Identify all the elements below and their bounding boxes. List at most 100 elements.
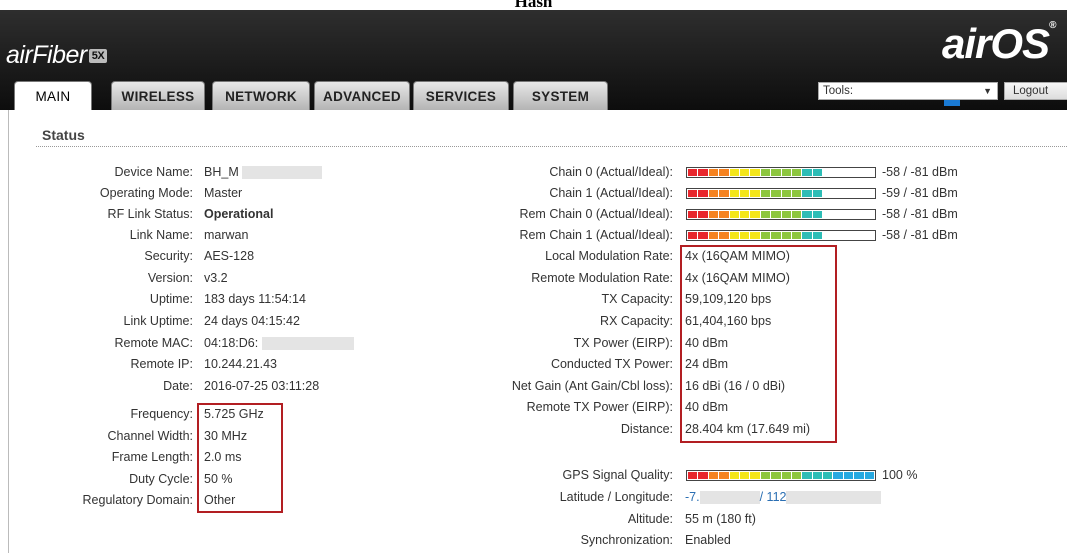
rem-chain-0-value: -58 / -81 dBm — [882, 207, 958, 221]
signal-segment — [791, 472, 802, 479]
signal-segment — [843, 190, 854, 197]
signal-segment — [833, 169, 843, 176]
signal-segment — [688, 472, 698, 479]
conducted-tx-power-label: Conducted TX Power: — [550, 357, 673, 371]
lat-lon-value: -7./ 112 — [685, 488, 882, 507]
signal-segment — [843, 232, 854, 239]
signal-segment — [719, 169, 729, 176]
gps-quality-bar — [686, 470, 876, 481]
signal-segment — [698, 190, 708, 197]
signal-segment — [802, 190, 812, 197]
signal-segment — [760, 211, 771, 218]
signal-segment — [802, 169, 812, 176]
signal-segment — [791, 232, 802, 239]
signal-segment — [864, 169, 875, 176]
signal-segment — [771, 472, 781, 479]
signal-segment — [833, 190, 843, 197]
tab-advanced[interactable]: ADVANCED — [314, 81, 410, 110]
synchronization-value: Enabled — [685, 533, 731, 547]
signal-segment — [823, 232, 833, 239]
link-uptime-label: Link Uptime: — [123, 314, 193, 328]
signal-segment — [864, 190, 875, 197]
tools-dropdown[interactable]: Tools: ▼ — [818, 82, 998, 100]
chain-1-label: Chain 1 (Actual/Ideal): — [549, 186, 673, 200]
signal-segment — [833, 211, 843, 218]
signal-segment — [823, 190, 833, 197]
signal-segment — [771, 169, 781, 176]
tab-main[interactable]: MAIN — [14, 81, 92, 112]
local-modulation-label: Local Modulation Rate: — [545, 249, 673, 263]
regulatory-domain-label: Regulatory Domain: — [82, 493, 193, 507]
chain-0-signal-bar — [686, 167, 876, 178]
uptime-label: Uptime: — [149, 292, 193, 306]
signal-segment — [864, 232, 875, 239]
signal-segment — [708, 232, 719, 239]
signal-segment — [854, 211, 864, 218]
channel-width-label: Channel Width: — [107, 429, 193, 443]
chain-1-value: -59 / -81 dBm — [882, 186, 958, 200]
signal-segment — [864, 472, 875, 479]
signal-segment — [708, 169, 719, 176]
duty-cycle-label: Duty Cycle: — [129, 472, 193, 486]
product-name: airFiber — [6, 41, 87, 69]
signal-segment — [843, 169, 854, 176]
net-gain-label: Net Gain (Ant Gain/Cbl loss): — [511, 379, 673, 393]
highlight-box-link-rates — [680, 245, 837, 443]
remote-modulation-label: Remote Modulation Rate: — [531, 271, 673, 285]
signal-segment — [833, 232, 843, 239]
signal-segment — [750, 232, 760, 239]
operating-mode-label: Operating Mode: — [99, 186, 193, 200]
lat-lon-label: Latitude / Longitude: — [559, 490, 673, 504]
security-label: Security: — [144, 249, 193, 263]
signal-segment — [698, 232, 708, 239]
signal-segment — [843, 472, 854, 479]
tab-system[interactable]: SYSTEM — [513, 81, 608, 110]
redacted-block — [699, 491, 760, 505]
uptime-value: 183 days 11:54:14 — [204, 292, 306, 306]
version-label: Version: — [147, 271, 193, 285]
date-value: 2016-07-25 03:11:28 — [204, 379, 320, 393]
altitude-label: Altitude: — [627, 512, 673, 526]
signal-segment — [760, 190, 771, 197]
airos-logo: airOS®F — [942, 20, 1067, 116]
tools-label: Tools: — [823, 85, 854, 97]
signal-segment — [760, 472, 771, 479]
tx-capacity-label: TX Capacity: — [601, 292, 673, 306]
frequency-label: Frequency: — [130, 407, 193, 421]
link-name-label: Link Name: — [129, 228, 193, 242]
signal-segment — [771, 190, 781, 197]
rf-link-status-label: RF Link Status: — [107, 207, 193, 221]
signal-segment — [750, 472, 760, 479]
rem-chain-1-value: -58 / -81 dBm — [882, 228, 958, 242]
signal-segment — [823, 169, 833, 176]
os-name: airOS — [942, 20, 1050, 67]
signal-segment — [823, 211, 833, 218]
signal-segment — [688, 169, 698, 176]
chain-1-signal-bar — [686, 188, 876, 199]
signal-segment — [812, 232, 823, 239]
tab-services[interactable]: SERVICES — [413, 81, 509, 110]
tab-network[interactable]: NETWORK — [212, 81, 310, 110]
remote-mac-value: 04:18:D6: — [204, 334, 354, 353]
signal-segment — [812, 211, 823, 218]
signal-segment — [843, 211, 854, 218]
signal-segment — [771, 211, 781, 218]
signal-segment — [802, 232, 812, 239]
signal-segment — [688, 190, 698, 197]
status-heading: Status — [42, 127, 85, 143]
redacted-block — [786, 491, 882, 505]
operating-mode-value: Master — [204, 186, 243, 200]
link-name-value: marwan — [204, 228, 249, 242]
link-uptime-value: 24 days 04:15:42 — [204, 314, 300, 328]
signal-segment — [802, 211, 812, 218]
signal-segment — [739, 472, 750, 479]
signal-segment — [864, 211, 875, 218]
chevron-down-icon: ▼ — [983, 86, 992, 96]
signal-segment — [729, 169, 739, 176]
tab-wireless[interactable]: WIRELESS — [111, 81, 205, 110]
product-badge: 5X — [88, 49, 108, 64]
signal-segment — [802, 472, 812, 479]
signal-segment — [688, 211, 698, 218]
date-label: Date: — [163, 379, 193, 393]
logout-button[interactable]: Logout — [1004, 82, 1067, 100]
